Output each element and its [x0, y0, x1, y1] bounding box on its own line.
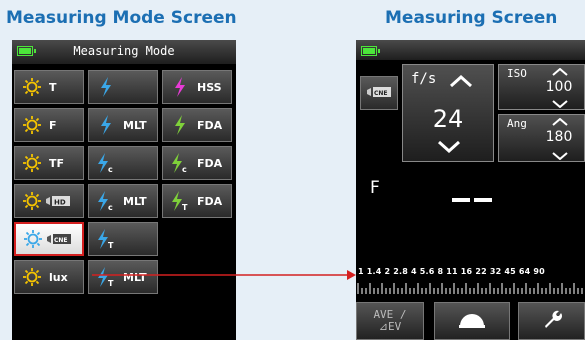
- mode-label: FDA: [197, 194, 223, 208]
- flash-hss-icon: [169, 77, 191, 97]
- chevron-down-icon[interactable]: [437, 141, 461, 153]
- aperture-scale-numbers: 1 1.4 2 2.8 4 5.6 8 11 16 22 32 45 64 90: [358, 267, 545, 276]
- measuring-mode-screen: Measuring Mode T HSS F MLT FDA TF c c FD…: [12, 40, 236, 340]
- mode-ambient-hd[interactable]: HD: [14, 184, 84, 218]
- mode-ambient-cine-selected[interactable]: CNE: [14, 222, 84, 256]
- iso-value: 100: [545, 79, 573, 95]
- iso-selector[interactable]: ISO 100: [498, 64, 585, 110]
- iso-label: ISO: [507, 67, 527, 80]
- flash-icon: [95, 115, 117, 135]
- mode-label: F: [49, 118, 57, 132]
- measuring-mode-screen-heading: Measuring Mode Screen: [6, 8, 237, 28]
- mode-ambient-f[interactable]: F: [14, 108, 84, 142]
- screen-title: Measuring Mode: [73, 44, 175, 58]
- cine-camera-icon: CNE: [366, 84, 392, 103]
- mode-flash-cord-fda[interactable]: c FDA: [162, 146, 232, 180]
- flash-icon: [169, 115, 191, 135]
- flash-t-icon: T: [169, 191, 191, 211]
- battery-icon: [361, 46, 380, 56]
- sun-icon: [21, 115, 43, 135]
- chevron-up-icon[interactable]: [551, 68, 569, 76]
- mode-label: MLT: [123, 194, 147, 208]
- mode-flash-mlt[interactable]: MLT: [88, 108, 158, 142]
- frame-rate-value: 24: [432, 105, 464, 133]
- cine-camera-icon: CNE: [46, 232, 72, 246]
- chevron-up-icon[interactable]: [551, 118, 569, 126]
- mode-label: FDA: [197, 156, 223, 170]
- mode-label: HSS: [197, 80, 222, 94]
- mode-flash-cord[interactable]: c: [88, 146, 158, 180]
- hd-video-icon: HD: [45, 194, 71, 208]
- reading-dash: [452, 198, 470, 202]
- shutter-angle-selector[interactable]: Ang 180: [498, 114, 585, 162]
- sun-icon: [21, 267, 43, 287]
- mode-flash-cord-mlt[interactable]: c MLT: [88, 184, 158, 218]
- reading-dash: [474, 198, 492, 202]
- svg-text:c: c: [182, 165, 187, 173]
- svg-text:c: c: [108, 165, 113, 173]
- flash-icon: [95, 77, 117, 97]
- arrowhead-icon: [347, 270, 356, 280]
- mode-label: FDA: [197, 118, 223, 132]
- sun-icon: [22, 229, 44, 249]
- aperture-letter: F: [370, 178, 380, 198]
- flash-c-icon: c: [95, 191, 117, 211]
- mode-label: T: [49, 80, 57, 94]
- mode-flash-t[interactable]: T: [88, 222, 158, 256]
- average-ev-button[interactable]: AVE / ⊿EV: [356, 302, 424, 340]
- chevron-down-icon[interactable]: [551, 100, 569, 108]
- sun-icon: [21, 77, 43, 97]
- cine-mode-button[interactable]: CNE: [360, 76, 398, 110]
- sun-icon: [21, 191, 43, 211]
- mode-flash-cordless[interactable]: [88, 70, 158, 104]
- angle-label: Ang: [507, 117, 527, 130]
- svg-text:CNE: CNE: [54, 237, 68, 244]
- svg-text:HD: HD: [54, 199, 66, 207]
- mode-label: TF: [49, 156, 65, 170]
- settings-button[interactable]: [518, 302, 585, 340]
- flash-t-icon: T: [95, 267, 117, 287]
- measuring-screen: CNE f/s 24 ISO 100 Ang 180 F 1 1.4 2 2.8…: [356, 40, 585, 340]
- mode-flash-t-mlt[interactable]: T MLT: [88, 260, 158, 294]
- svg-text:c: c: [108, 203, 113, 211]
- mode-label: lux: [49, 270, 68, 284]
- chevron-down-icon[interactable]: [551, 152, 569, 160]
- status-bar: Measuring Mode: [12, 40, 236, 64]
- flash-t-icon: T: [95, 229, 117, 249]
- svg-text:T: T: [182, 203, 188, 211]
- mode-label: MLT: [123, 118, 147, 132]
- mode-ambient-t[interactable]: T: [14, 70, 84, 104]
- status-bar: [356, 40, 585, 60]
- svg-text:T: T: [108, 241, 114, 249]
- average-ev-label: AVE / ⊿EV: [373, 308, 407, 333]
- flash-c-icon: c: [95, 153, 117, 173]
- mode-flash-t-fda[interactable]: T FDA: [162, 184, 232, 218]
- svg-text:T: T: [108, 279, 114, 287]
- wrench-icon: [542, 309, 562, 333]
- mode-label: MLT: [123, 270, 147, 284]
- dome-icon: [457, 309, 487, 333]
- mode-flash-fda[interactable]: FDA: [162, 108, 232, 142]
- chevron-up-icon[interactable]: [449, 75, 473, 87]
- mode-ambient-lux[interactable]: lux: [14, 260, 84, 294]
- mode-flash-hss[interactable]: HSS: [162, 70, 232, 104]
- sun-icon: [21, 153, 43, 173]
- angle-value: 180: [545, 129, 573, 145]
- svg-text:CNE: CNE: [374, 90, 388, 97]
- frame-rate-label: f/s: [411, 71, 437, 87]
- dome-button[interactable]: [434, 302, 510, 340]
- frame-rate-selector[interactable]: f/s 24: [402, 64, 494, 162]
- flash-c-icon: c: [169, 153, 191, 173]
- mode-ambient-tf[interactable]: TF: [14, 146, 84, 180]
- measuring-screen-heading: Measuring Screen: [385, 8, 558, 28]
- aperture-scale-ticks: [357, 283, 583, 294]
